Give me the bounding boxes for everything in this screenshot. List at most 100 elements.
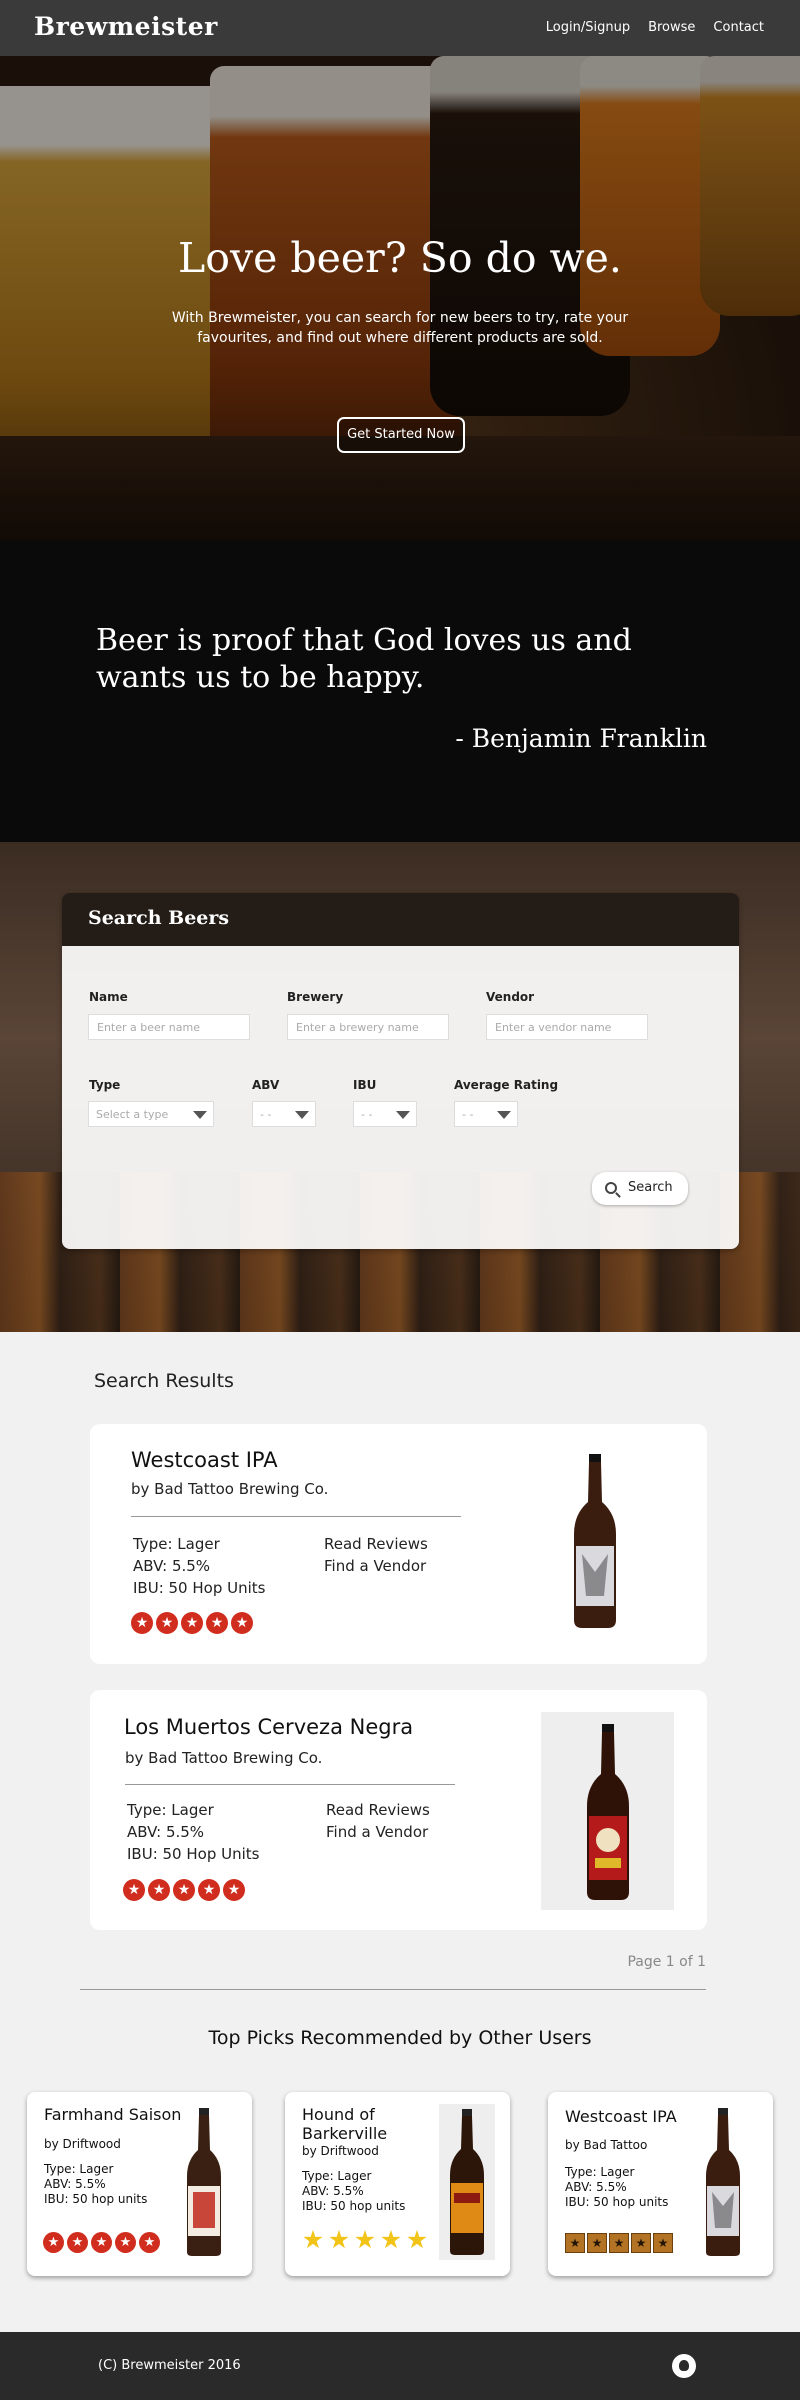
rating-stars: ★ ★ ★ ★ ★ [565, 2233, 673, 2253]
beer-bottle-image [450, 2109, 484, 2255]
pick-beer-name[interactable]: Hound of Barkerville [302, 2105, 422, 2143]
read-reviews-link[interactable]: Read Reviews [326, 1799, 430, 1821]
star-icon: ★ [139, 2232, 160, 2253]
search-button-label: Search [628, 1180, 673, 1195]
chevron-down-icon [396, 1111, 410, 1119]
find-vendor-link[interactable]: Find a Vendor [326, 1821, 428, 1843]
pick-ibu: IBU: 50 hop units [44, 2192, 148, 2206]
rating-stars: ★ ★ ★ ★ ★ [43, 2232, 160, 2253]
star-icon: ★ [327, 2225, 351, 2254]
beer-name[interactable]: Los Muertos Cerveza Negra [124, 1715, 413, 1739]
ibu-select[interactable]: - - [353, 1101, 417, 1127]
star-icon: ★ [43, 2232, 64, 2253]
vendor-label: Vendor [486, 990, 535, 1004]
abv-select-value: - - [260, 1108, 272, 1121]
beer-abv: ABV: 5.5% [133, 1557, 211, 1575]
star-icon: ★ [115, 2232, 136, 2253]
pick-type: Type: Lager [44, 2162, 114, 2176]
pick-abv: ABV: 5.5% [302, 2184, 364, 2198]
rating-stars: ★ ★ ★ ★ ★ [131, 1612, 253, 1634]
result-card[interactable]: Los Muertos Cerveza Negra by Bad Tattoo … [90, 1690, 707, 1930]
pick-beer-name[interactable]: Farmhand Saison [44, 2105, 181, 2124]
ibu-select-value: - - [361, 1108, 373, 1121]
top-pick-card[interactable]: Farmhand Saison by Driftwood Type: Lager… [27, 2092, 252, 2276]
pick-brewery: by Bad Tattoo [565, 2138, 648, 2152]
pagination: Page 1 of 1 [627, 1954, 706, 1970]
pick-brewery: by Driftwood [302, 2144, 379, 2158]
search-button[interactable]: Search [592, 1172, 688, 1205]
copyright-text: (C) Brewmeister 2016 [98, 2358, 241, 2373]
star-icon: ★ [653, 2233, 673, 2253]
star-icon: ★ [353, 2225, 377, 2254]
vendor-name-input[interactable]: Enter a vendor name [486, 1014, 648, 1040]
beer-name[interactable]: Westcoast IPA [131, 1448, 278, 1472]
pick-ibu: IBU: 50 hop units [302, 2199, 406, 2213]
nav-contact[interactable]: Contact [713, 20, 764, 35]
quote-section: Beer is proof that God loves us and want… [0, 540, 800, 842]
star-icon: ★ [405, 2225, 429, 2254]
top-pick-card[interactable]: Westcoast IPA by Bad Tattoo Type: Lager … [548, 2092, 773, 2276]
brewery-name-input[interactable]: Enter a brewery name [287, 1014, 449, 1040]
beer-type: Type: Lager [133, 1535, 220, 1553]
beer-bottle-image [706, 2108, 740, 2256]
search-results-title: Search Results [94, 1370, 234, 1392]
nav-browse[interactable]: Browse [648, 20, 695, 35]
ibu-label: IBU [353, 1078, 377, 1092]
star-icon: ★ [173, 1879, 195, 1901]
pick-details: Type: Lager ABV: 5.5% IBU: 50 hop units [302, 2169, 405, 2214]
quote-text: Beer is proof that God loves us and want… [96, 623, 632, 695]
result-card[interactable]: Westcoast IPA by Bad Tattoo Brewing Co. … [90, 1424, 707, 1664]
hero-title: Love beer? So do we. [178, 234, 622, 282]
brewery-name: by Bad Tattoo Brewing Co. [131, 1480, 329, 1498]
pick-abv: ABV: 5.5% [44, 2177, 106, 2191]
pick-type: Type: Lager [302, 2169, 372, 2183]
top-picks-title: Top Picks Recommended by Other Users [208, 2027, 592, 2049]
beer-name-input[interactable]: Enter a beer name [88, 1014, 250, 1040]
star-icon: ★ [565, 2233, 585, 2253]
beer-details: Type: Lager ABV: 5.5% IBU: 50 Hop Units [133, 1533, 265, 1599]
pick-brewery: by Driftwood [44, 2137, 121, 2151]
hero-section: Love beer? So do we. With Brewmeister, y… [0, 56, 800, 540]
pick-details: Type: Lager ABV: 5.5% IBU: 50 hop units [44, 2162, 147, 2207]
search-section: Search Beers Name Enter a beer name Brew… [0, 842, 800, 1332]
star-icon: ★ [91, 2232, 112, 2253]
beer-bottle-image [587, 1724, 629, 1900]
quote-author: - Benjamin Franklin [455, 724, 707, 753]
beer-image-frame [541, 1712, 674, 1910]
read-reviews-link[interactable]: Read Reviews [324, 1533, 428, 1555]
abv-select[interactable]: - - [252, 1101, 316, 1127]
beer-type: Type: Lager [127, 1801, 214, 1819]
beer-bottle-image [574, 1454, 616, 1628]
rating-stars: ★ ★ ★ ★ ★ [123, 1879, 245, 1901]
average-rating-select[interactable]: - - [454, 1101, 518, 1127]
get-started-button[interactable]: Get Started Now [337, 417, 465, 453]
pick-type: Type: Lager [565, 2165, 635, 2179]
beer-bottle-image [187, 2108, 221, 2256]
star-icon: ★ [231, 1612, 253, 1634]
hero-overlay [0, 56, 800, 540]
pick-details: Type: Lager ABV: 5.5% IBU: 50 hop units [565, 2165, 668, 2210]
nav-login-signup[interactable]: Login/Signup [546, 20, 630, 35]
brand-logo[interactable]: Brewmeister [34, 12, 218, 41]
star-icon: ★ [123, 1879, 145, 1901]
star-icon: ★ [198, 1879, 220, 1901]
top-pick-card[interactable]: Hound of Barkerville by Driftwood Type: … [285, 2092, 510, 2276]
github-icon[interactable] [672, 2354, 696, 2378]
pick-beer-name[interactable]: Westcoast IPA [565, 2107, 677, 2126]
footer: (C) Brewmeister 2016 [0, 2332, 800, 2400]
find-vendor-link[interactable]: Find a Vendor [324, 1555, 426, 1577]
beer-details: Type: Lager ABV: 5.5% IBU: 50 Hop Units [127, 1799, 259, 1865]
top-navbar: Brewmeister Login/Signup Browse Contact [0, 0, 800, 56]
pick-ibu: IBU: 50 hop units [565, 2195, 669, 2209]
search-icon [605, 1182, 617, 1194]
card-divider [131, 1516, 461, 1517]
star-icon: ★ [206, 1612, 228, 1634]
star-icon: ★ [131, 1612, 153, 1634]
card-divider [125, 1784, 455, 1785]
search-card-title: Search Beers [62, 893, 739, 946]
chevron-down-icon [295, 1111, 309, 1119]
brewery-name: by Bad Tattoo Brewing Co. [125, 1749, 323, 1767]
type-label: Type [89, 1078, 121, 1092]
type-select[interactable]: Select a type [88, 1101, 214, 1127]
average-rating-label: Average Rating [454, 1078, 559, 1092]
